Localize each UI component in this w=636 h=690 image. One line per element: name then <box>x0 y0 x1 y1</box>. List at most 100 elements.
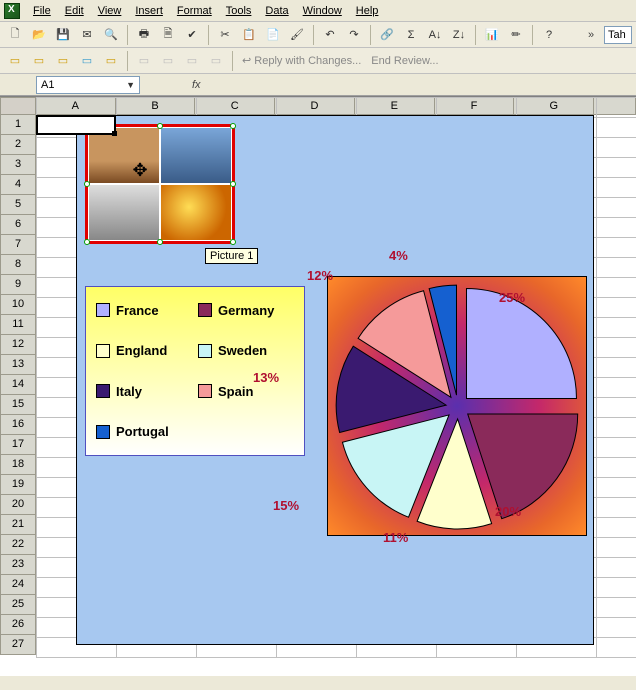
drawing-icon[interactable]: ✏ <box>505 24 527 46</box>
menu-file[interactable]: File <box>26 3 58 19</box>
chart-wizard-icon[interactable]: 📊 <box>481 24 503 46</box>
row-header[interactable]: 12 <box>0 335 36 355</box>
resize-handle[interactable] <box>230 239 236 245</box>
legend-swatch <box>198 344 212 358</box>
toolbar-standard: 🗋 📂 💾 ✉ 🔍 🖶 🗎 ✔ ✂ 📋 📄 🖌 ↶ ↷ 🔗 Σ A↓ Z↓ 📊 … <box>0 22 636 48</box>
legend-entry[interactable]: England <box>96 336 192 367</box>
row-header[interactable]: 17 <box>0 435 36 455</box>
open-icon[interactable]: 📂 <box>28 24 50 46</box>
resize-handle[interactable] <box>157 239 163 245</box>
legend-entry[interactable]: Germany <box>198 295 294 326</box>
row-header[interactable]: 5 <box>0 195 36 215</box>
row-header[interactable]: 22 <box>0 535 36 555</box>
row-header[interactable]: 4 <box>0 175 36 195</box>
spreadsheet-grid[interactable]: A B C D E F G 12345678910111213141516171… <box>0 96 636 676</box>
mail-icon[interactable]: ✉ <box>76 24 98 46</box>
row-header[interactable]: 10 <box>0 295 36 315</box>
row-header[interactable]: 1 <box>0 115 36 135</box>
row-header[interactable]: 15 <box>0 395 36 415</box>
row-header[interactable]: 6 <box>0 215 36 235</box>
resize-handle[interactable] <box>84 181 90 187</box>
row-header[interactable]: 8 <box>0 255 36 275</box>
review-icon[interactable]: ▭ <box>4 50 26 72</box>
help-icon[interactable]: ? <box>538 24 560 46</box>
row-header[interactable]: 20 <box>0 495 36 515</box>
redo-icon[interactable]: ↷ <box>343 24 365 46</box>
pie-percent-label: 25% <box>499 290 525 305</box>
save-icon[interactable]: 💾 <box>52 24 74 46</box>
menu-tools[interactable]: Tools <box>219 3 259 19</box>
review-icon-disabled: ▭ <box>157 50 179 72</box>
menu-view[interactable]: View <box>91 3 129 19</box>
legend-label: Sweden <box>218 343 267 358</box>
review-icon[interactable]: ▭ <box>100 50 122 72</box>
fx-label[interactable]: fx <box>192 79 201 91</box>
chart-object[interactable]: ✥ Picture 1 FranceGermanyEnglandSwedenIt… <box>76 115 594 645</box>
undo-icon[interactable]: ↶ <box>319 24 341 46</box>
menu-insert[interactable]: Insert <box>128 3 170 19</box>
pie-percent-label: 13% <box>253 370 279 385</box>
app-icon[interactable] <box>4 3 20 19</box>
resize-handle[interactable] <box>230 123 236 129</box>
pie-slice[interactable] <box>466 289 576 399</box>
picture-quadrant <box>160 127 232 184</box>
select-all-corner[interactable] <box>0 97 36 115</box>
menu-edit[interactable]: Edit <box>58 3 91 19</box>
menu-format[interactable]: Format <box>170 3 219 19</box>
spellcheck-icon[interactable]: ✔ <box>181 24 203 46</box>
active-cell[interactable] <box>36 115 116 135</box>
row-header[interactable]: 13 <box>0 355 36 375</box>
copy-icon[interactable]: 📋 <box>238 24 260 46</box>
menubar: File Edit View Insert Format Tools Data … <box>0 0 636 22</box>
hyperlink-icon[interactable]: 🔗 <box>376 24 398 46</box>
menu-window[interactable]: Window <box>296 3 349 19</box>
resize-handle[interactable] <box>84 239 90 245</box>
row-header[interactable]: 21 <box>0 515 36 535</box>
legend-entry[interactable]: France <box>96 295 192 326</box>
menu-help[interactable]: Help <box>349 3 386 19</box>
paste-icon[interactable]: 📄 <box>262 24 284 46</box>
new-icon[interactable]: 🗋 <box>4 24 26 46</box>
row-header[interactable]: 11 <box>0 315 36 335</box>
picture-quadrant <box>88 184 160 241</box>
row-header[interactable]: 19 <box>0 475 36 495</box>
legend-entry[interactable]: Spain <box>198 376 294 407</box>
embedded-picture[interactable]: ✥ <box>85 124 235 244</box>
sort-desc-icon[interactable]: Z↓ <box>448 24 470 46</box>
legend-label: England <box>116 343 167 358</box>
name-box[interactable]: A1 ▼ <box>36 76 140 94</box>
pie-chart[interactable] <box>327 276 587 536</box>
print-icon[interactable]: 🖶 <box>133 24 155 46</box>
review-icon[interactable]: ▭ <box>28 50 50 72</box>
separator <box>313 25 314 45</box>
row-header[interactable]: 25 <box>0 595 36 615</box>
chevron-down-icon[interactable]: ▼ <box>126 80 135 90</box>
row-header[interactable]: 3 <box>0 155 36 175</box>
review-icon[interactable]: ▭ <box>76 50 98 72</box>
row-header[interactable]: 26 <box>0 615 36 635</box>
row-header[interactable]: 9 <box>0 275 36 295</box>
resize-handle[interactable] <box>230 181 236 187</box>
print-preview-icon[interactable]: 🗎 <box>157 24 179 46</box>
resize-handle[interactable] <box>157 123 163 129</box>
legend-entry[interactable]: Portugal <box>96 417 192 448</box>
legend-entry[interactable]: Italy <box>96 376 192 407</box>
cut-icon[interactable]: ✂ <box>214 24 236 46</box>
menu-data[interactable]: Data <box>258 3 295 19</box>
row-header[interactable]: 7 <box>0 235 36 255</box>
row-header[interactable]: 23 <box>0 555 36 575</box>
row-header[interactable]: 27 <box>0 635 36 655</box>
sort-asc-icon[interactable]: A↓ <box>424 24 446 46</box>
search-icon[interactable]: 🔍 <box>100 24 122 46</box>
row-header[interactable]: 2 <box>0 135 36 155</box>
autosum-icon[interactable]: Σ <box>400 24 422 46</box>
row-header[interactable]: 18 <box>0 455 36 475</box>
review-icon[interactable]: ▭ <box>52 50 74 72</box>
font-name-box[interactable]: Tah <box>604 26 632 44</box>
toolbar-overflow[interactable]: » <box>588 29 594 41</box>
row-header[interactable]: 14 <box>0 375 36 395</box>
row-header[interactable]: 16 <box>0 415 36 435</box>
row-header[interactable]: 24 <box>0 575 36 595</box>
format-painter-icon[interactable]: 🖌 <box>286 24 308 46</box>
legend-entry[interactable]: Sweden <box>198 336 294 367</box>
